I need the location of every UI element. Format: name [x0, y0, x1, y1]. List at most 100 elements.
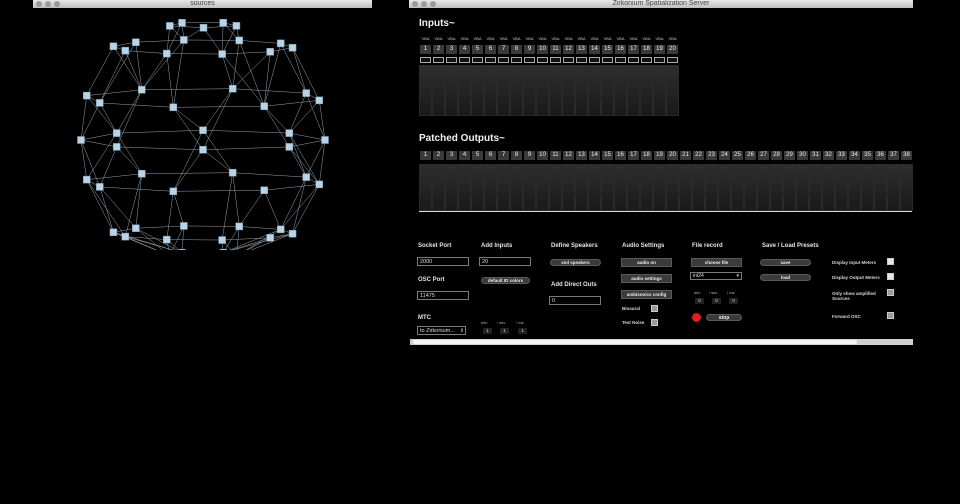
speaker-node[interactable]	[228, 168, 237, 177]
speaker-node[interactable]	[288, 229, 297, 238]
speaker-node[interactable]	[199, 24, 208, 32]
output-channel-header[interactable]: 28	[771, 151, 782, 160]
time-ms-field[interactable]: 1	[518, 328, 527, 334]
output-channel-header[interactable]: 11	[550, 151, 561, 160]
input-channel-header[interactable]: 16	[615, 45, 626, 54]
output-channel-header[interactable]: 36	[875, 151, 886, 160]
default-id-colors-button[interactable]: default ID colors	[481, 277, 530, 284]
output-channel-header[interactable]: 18	[641, 151, 652, 160]
speaker-node[interactable]	[285, 143, 294, 151]
output-channel-header[interactable]: 19	[654, 151, 665, 160]
output-channel-header[interactable]: 17	[628, 151, 639, 160]
input-channel-toggle[interactable]	[602, 57, 613, 63]
output-channel-header[interactable]: 12	[563, 151, 574, 160]
input-channel-header[interactable]: 17	[628, 45, 639, 54]
speaker-node[interactable]	[276, 225, 285, 234]
input-channel-header[interactable]: 13	[576, 45, 587, 54]
output-channel-header[interactable]: 31	[810, 151, 821, 160]
input-channel-header[interactable]: 1	[420, 45, 431, 54]
output-channel-header[interactable]: 1	[420, 151, 431, 160]
input-channel-toggle[interactable]	[667, 57, 678, 63]
input-channel-header[interactable]: 14	[589, 45, 600, 54]
speaker-node[interactable]	[121, 232, 130, 241]
speaker-node[interactable]	[219, 18, 227, 27]
display-output-meters-checkbox[interactable]	[887, 273, 894, 280]
input-channel-toggle[interactable]	[576, 57, 587, 63]
speaker-node[interactable]	[235, 36, 243, 45]
socket-port-field[interactable]: 2000	[417, 257, 469, 266]
speaker-node[interactable]	[138, 169, 146, 178]
output-channel-header[interactable]: 37	[888, 151, 899, 160]
scrollbar-thumb[interactable]	[413, 340, 857, 344]
speaker-node[interactable]	[109, 42, 118, 51]
input-channel-header[interactable]: 12	[563, 45, 574, 54]
close-window-icon[interactable]	[412, 1, 418, 7]
speaker-node[interactable]	[132, 38, 140, 46]
load-preset-button[interactable]: load	[760, 274, 811, 281]
output-channel-header[interactable]: 34	[849, 151, 860, 160]
input-channel-toggle[interactable]	[485, 57, 496, 63]
input-channel-toggle[interactable]	[615, 57, 626, 63]
input-channel-toggle[interactable]	[498, 57, 509, 63]
add-inputs-field[interactable]: 20	[479, 257, 531, 266]
record-sec-field[interactable]: 0	[712, 298, 721, 304]
choose-file-button[interactable]: choose file	[691, 258, 742, 267]
display-input-meters-checkbox[interactable]	[887, 258, 894, 265]
input-channel-header[interactable]: 5	[472, 45, 483, 54]
record-ms-field[interactable]: 0	[729, 298, 738, 304]
input-channel-toggle[interactable]	[563, 57, 574, 63]
speaker-node[interactable]	[260, 102, 268, 111]
speaker-node[interactable]	[132, 224, 140, 232]
speaker-node[interactable]	[112, 143, 121, 151]
output-channel-header[interactable]: 25	[732, 151, 743, 160]
binaural-checkbox[interactable]	[651, 305, 658, 312]
input-channel-toggle[interactable]	[628, 57, 639, 63]
speaker-node[interactable]	[82, 91, 91, 100]
input-channel-toggle[interactable]	[433, 57, 444, 63]
speaker-node[interactable]	[178, 19, 186, 27]
input-channel-toggle[interactable]	[511, 57, 522, 63]
time-min-field[interactable]: 1	[483, 328, 492, 334]
speaker-node[interactable]	[138, 85, 146, 94]
osc-port-field[interactable]: 11475	[417, 291, 469, 300]
speaker-node[interactable]	[166, 22, 174, 30]
input-channel-toggle[interactable]	[641, 57, 652, 63]
speaker-node[interactable]	[178, 249, 186, 250]
audio-settings-button[interactable]: audio settings	[621, 274, 672, 283]
output-channel-header[interactable]: 2	[433, 151, 444, 160]
speaker-node[interactable]	[121, 46, 130, 55]
output-channel-header[interactable]: 14	[589, 151, 600, 160]
output-channel-header[interactable]: 7	[498, 151, 509, 160]
speaker-node[interactable]	[96, 99, 104, 107]
speaker-node[interactable]	[199, 146, 207, 154]
input-channel-toggle[interactable]	[459, 57, 470, 63]
add-direct-outs-field[interactable]: 0	[549, 296, 601, 305]
input-channel-toggle[interactable]	[550, 57, 561, 63]
speaker-node[interactable]	[288, 43, 297, 52]
speaker-node[interactable]	[285, 129, 294, 137]
forward-osc-checkbox[interactable]	[887, 312, 894, 319]
record-icon[interactable]	[692, 313, 701, 322]
input-channel-header[interactable]: 7	[498, 45, 509, 54]
speaker-node[interactable]	[228, 84, 237, 93]
speaker-node[interactable]	[82, 175, 91, 184]
save-preset-button[interactable]: save	[760, 259, 811, 266]
input-channel-header[interactable]: 19	[654, 45, 665, 54]
input-channel-header[interactable]: 20	[667, 45, 678, 54]
speaker-node[interactable]	[315, 180, 324, 189]
input-channel-toggle[interactable]	[537, 57, 548, 63]
speaker-node[interactable]	[266, 48, 274, 56]
speaker-node[interactable]	[77, 136, 85, 144]
output-channel-header[interactable]: 33	[836, 151, 847, 160]
output-channel-header[interactable]: 23	[706, 151, 717, 160]
input-channel-header[interactable]: 9	[524, 45, 535, 54]
output-channel-header[interactable]: 13	[576, 151, 587, 160]
speaker-node[interactable]	[260, 186, 268, 195]
speaker-node[interactable]	[276, 39, 285, 48]
output-channel-header[interactable]: 35	[862, 151, 873, 160]
output-channel-header[interactable]: 8	[511, 151, 522, 160]
ambisonics-config-button[interactable]: ambisonics config	[621, 290, 672, 299]
only-amplified-checkbox[interactable]	[887, 289, 894, 296]
output-channel-header[interactable]: 38	[901, 151, 912, 160]
output-channel-header[interactable]: 29	[784, 151, 795, 160]
